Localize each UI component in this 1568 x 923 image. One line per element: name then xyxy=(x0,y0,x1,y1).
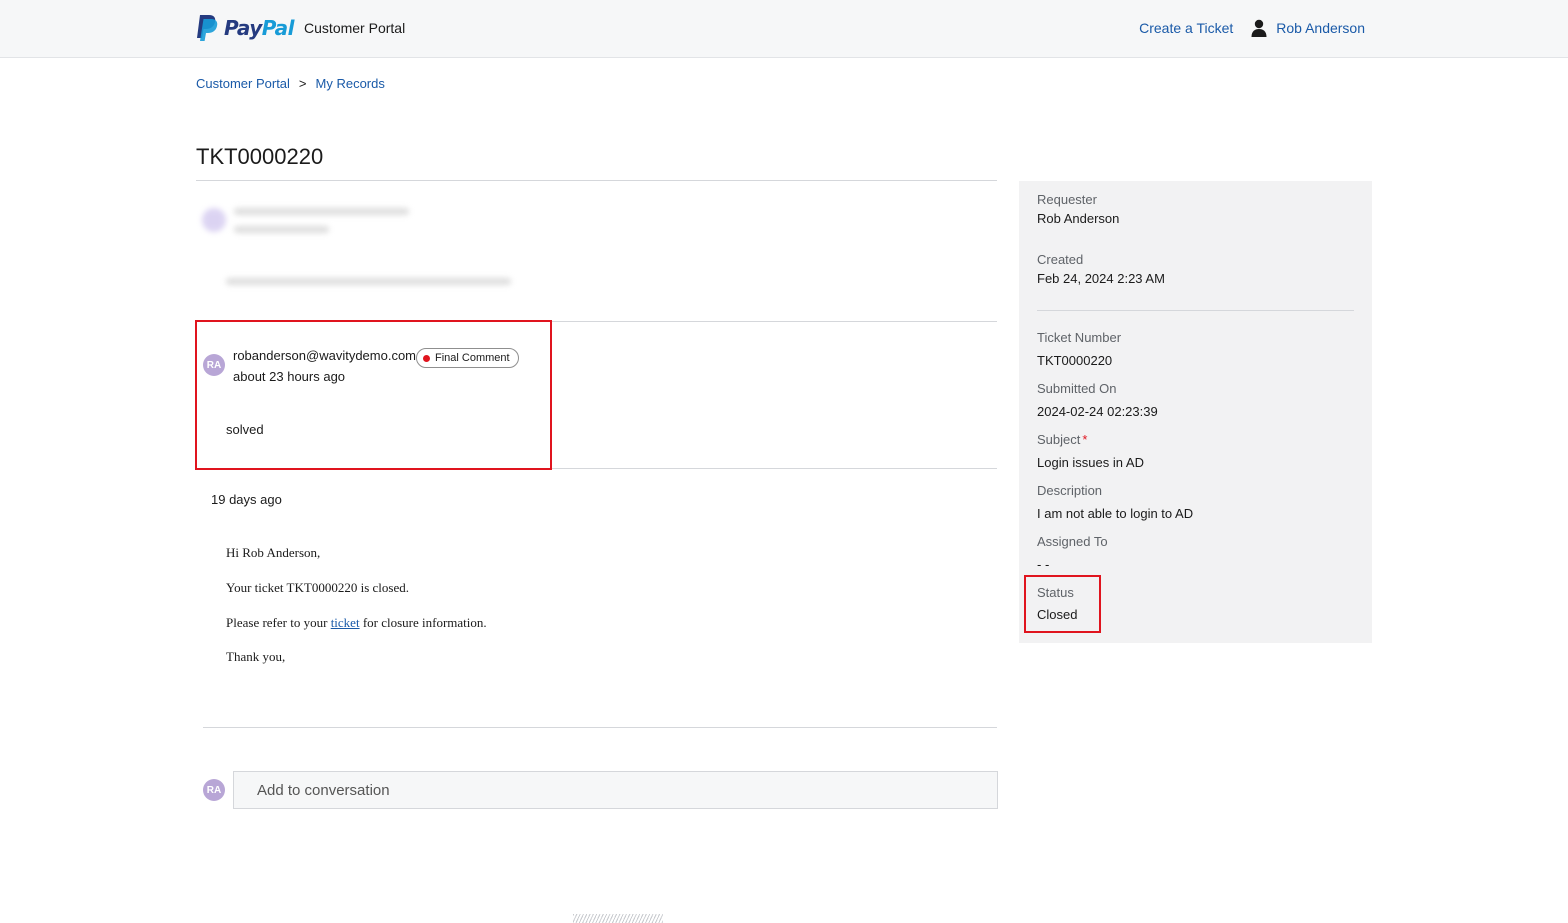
redacted-entry xyxy=(200,200,520,292)
comment-divider xyxy=(552,468,997,469)
redacted-line xyxy=(234,226,329,233)
subject-label-text: Subject xyxy=(1037,432,1081,447)
badge-label: Final Comment xyxy=(435,352,510,364)
comment-time: about 23 hours ago xyxy=(233,369,346,384)
breadcrumb-my-records[interactable]: My Records xyxy=(316,76,385,91)
breadcrumb: Customer Portal > My Records xyxy=(196,76,385,91)
user-menu[interactable]: Rob Anderson xyxy=(1251,19,1365,37)
status-highlight xyxy=(1024,575,1101,633)
description-value: I am not able to login to AD xyxy=(1037,506,1194,521)
details-divider xyxy=(1037,310,1354,311)
paypal-wordmark: PayPal xyxy=(224,16,295,40)
email-line-refer: Please refer to your ticket for closure … xyxy=(226,615,487,631)
email-refer-prefix: Please refer to your xyxy=(226,615,328,630)
email-signoff: Thank you, xyxy=(226,649,286,664)
user-icon xyxy=(1251,19,1267,37)
comment-body: solved xyxy=(226,422,264,437)
ticket-number-value: TKT0000220 xyxy=(1037,353,1113,368)
breadcrumb-separator: > xyxy=(298,76,307,91)
assigned-to-label: Assigned To xyxy=(1037,534,1108,549)
breadcrumb-customer-portal[interactable]: Customer Portal xyxy=(196,76,290,91)
created-value: Feb 24, 2024 2:23 AM xyxy=(1037,271,1165,286)
requester-label: Requester xyxy=(1037,192,1097,207)
add-to-conversation-input[interactable]: Add to conversation xyxy=(233,771,998,809)
redacted-line xyxy=(234,208,409,215)
paypal-logo-icon xyxy=(197,15,218,41)
description-label: Description xyxy=(1037,483,1103,498)
submitted-on-label: Submitted On xyxy=(1037,381,1117,396)
wordmark-pal: Pal xyxy=(261,16,295,40)
email-line-closed: Your ticket TKT0000220 is closed. xyxy=(226,580,409,595)
comment-avatar: RA xyxy=(203,354,225,376)
requester-value: Rob Anderson xyxy=(1037,211,1120,226)
status-value: Closed xyxy=(1037,607,1078,622)
final-comment-badge: Final Comment xyxy=(416,348,519,368)
create-ticket-link[interactable]: Create a Ticket xyxy=(1139,20,1233,36)
redacted-avatar xyxy=(202,208,226,232)
assigned-to-value: - - xyxy=(1037,557,1050,572)
portal-name: Customer Portal xyxy=(304,20,406,36)
created-label: Created xyxy=(1037,252,1084,267)
ticket-link[interactable]: ticket xyxy=(331,615,360,630)
status-label: Status xyxy=(1037,585,1074,600)
comment-author: robanderson@wavitydemo.com xyxy=(233,348,417,363)
email-refer-suffix: for closure information. xyxy=(362,615,487,630)
status-dot-icon xyxy=(423,354,430,362)
email-time: 19 days ago xyxy=(211,492,282,507)
composer-avatar: RA xyxy=(203,779,225,801)
top-bar: PayPal Customer Portal Create a Ticket R… xyxy=(0,0,1568,58)
subject-value: Login issues in AD xyxy=(1037,455,1144,470)
submitted-on-value: 2024-02-24 02:23:39 xyxy=(1037,404,1158,419)
email-divider xyxy=(203,727,997,728)
title-divider xyxy=(196,180,997,181)
user-name: Rob Anderson xyxy=(1276,20,1365,36)
redacted-line xyxy=(226,278,511,285)
ticket-number-label: Ticket Number xyxy=(1037,330,1122,345)
paypal-logo[interactable]: PayPal Customer Portal xyxy=(196,14,405,42)
required-marker: * xyxy=(1082,432,1088,447)
scroll-grip[interactable] xyxy=(573,914,663,923)
subject-label: Subject * xyxy=(1037,432,1087,447)
email-greeting: Hi Rob Anderson, xyxy=(226,545,321,560)
wordmark-pay: Pay xyxy=(224,16,262,40)
final-comment-highlight xyxy=(195,320,552,470)
page-title: TKT0000220 xyxy=(196,144,324,169)
top-nav-right: Create a Ticket Rob Anderson xyxy=(1139,19,1365,37)
